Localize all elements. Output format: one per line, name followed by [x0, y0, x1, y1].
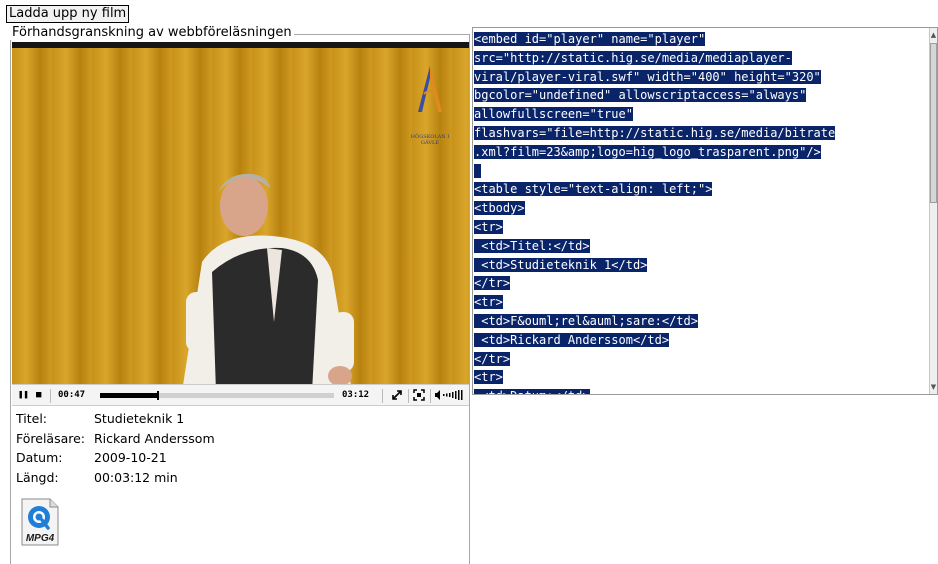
- code-line: <tr>: [474, 293, 929, 312]
- scroll-up-icon[interactable]: ▲: [930, 29, 937, 41]
- upload-new-film-button[interactable]: Ladda upp ny film: [6, 5, 130, 23]
- stop-icon[interactable]: ■: [36, 388, 41, 402]
- video-player[interactable]: HÖGSKOLAN I GÄVLE: [12, 42, 469, 384]
- code-line-text: </tr>: [474, 276, 511, 291]
- preview-legend: Förhandsgranskning av webbföreläsningen: [10, 25, 294, 40]
- code-line-text: <td>Rickard Anderssom</td>: [474, 332, 670, 347]
- quicktime-icon[interactable]: MPG4: [18, 497, 62, 547]
- code-line-text: flashvars="file=http://static.hig.se/med…: [474, 125, 836, 140]
- code-line: src="http://static.hig.se/media/mediapla…: [474, 49, 929, 68]
- code-line-text: <tr>: [474, 219, 503, 234]
- code-line-text: <tbody>: [474, 201, 525, 216]
- code-line-text: <td>Titel:</td>: [474, 238, 590, 253]
- university-logo-icon: [418, 66, 442, 112]
- seek-bar[interactable]: [100, 391, 334, 400]
- code-line: .xml?film=23&amp;logo=hig_logo_trasparen…: [474, 143, 929, 162]
- code-line: <td>Titel:</td>: [474, 237, 929, 256]
- info-label: Längd:: [16, 469, 59, 485]
- pause-icon[interactable]: ❚❚: [18, 388, 29, 402]
- controls-separator: [382, 389, 383, 403]
- code-line: flashvars="file=http://static.hig.se/med…: [474, 124, 929, 143]
- code-line: bgcolor="undefined" allowscriptaccess="a…: [474, 86, 929, 105]
- code-line: <tr>: [474, 368, 929, 387]
- code-line: </tr>: [474, 350, 929, 369]
- mpg4-label: MPG4: [26, 533, 55, 544]
- code-line: <tbody>: [474, 199, 929, 218]
- code-line: <td>Datum:</td>: [474, 387, 929, 394]
- duration-time: 03:12: [342, 390, 370, 400]
- code-line-text: </tr>: [474, 351, 511, 366]
- code-line-text: <td>Datum:</td>: [474, 389, 590, 394]
- embed-code-textarea[interactable]: <embed id="player" name="player" src="htt…: [472, 27, 938, 395]
- controls-separator: [50, 389, 51, 403]
- university-logo-text: HÖGSKOLAN I GÄVLE: [410, 134, 450, 146]
- player-controls: ❚❚ ■ 00:47 03:12: [12, 384, 469, 406]
- code-line: <td>Rickard Anderssom</td>: [474, 331, 929, 350]
- code-line: <embed id="player" name="player": [474, 30, 929, 49]
- embed-code-lines: <embed id="player" name="player" src="htt…: [474, 30, 929, 394]
- code-line: </tr>: [474, 274, 929, 293]
- controls-separator: [430, 389, 431, 403]
- code-line: <table style="text-align: left;">: [474, 180, 929, 199]
- code-line: <tr>: [474, 218, 929, 237]
- scroll-down-icon[interactable]: ▼: [930, 381, 937, 393]
- code-line-text: <tr>: [474, 295, 503, 310]
- code-line: <td>F&ouml;rel&auml;sare:</td>: [474, 312, 929, 331]
- info-value: 2009-10-21: [94, 450, 167, 465]
- code-line-text: <table style="text-align: left;">: [474, 182, 713, 197]
- code-line-text: [474, 163, 482, 178]
- elapsed-time: 00:47: [58, 390, 86, 400]
- info-value: Studieteknik 1: [94, 411, 185, 426]
- info-label: Titel:: [16, 411, 47, 426]
- code-scrollbar[interactable]: ▲ ▼: [929, 28, 937, 394]
- code-line: allowfullscreen="true": [474, 105, 929, 124]
- code-line: [474, 162, 929, 181]
- code-line: <td>Studieteknik 1</td>: [474, 256, 929, 275]
- code-line-text: <td>F&ouml;rel&auml;sare:</td>: [474, 313, 698, 328]
- info-label: Datum:: [16, 450, 63, 465]
- code-line-text: src="http://static.hig.se/media/mediapla…: [474, 50, 792, 65]
- fullscreen-icon[interactable]: [413, 389, 425, 401]
- info-value: 00:03:12 min: [94, 469, 178, 485]
- lecturer-figure: [183, 173, 354, 384]
- code-line-text: <embed id="player" name="player": [474, 32, 706, 46]
- volume-icon[interactable]: [434, 389, 464, 401]
- info-label: Föreläsare:: [16, 430, 86, 446]
- code-line-text: viral/player-viral.swf" width="400" heig…: [474, 69, 821, 84]
- expand-icon[interactable]: [391, 389, 403, 401]
- seek-bar-handle[interactable]: [157, 391, 159, 400]
- code-line-text: bgcolor="undefined" allowscriptaccess="a…: [474, 88, 807, 103]
- seek-bar-fill: [100, 393, 158, 398]
- code-line: viral/player-viral.swf" width="400" heig…: [474, 68, 929, 87]
- code-line-text: <tr>: [474, 370, 503, 385]
- info-value: Rickard Anderssom: [94, 430, 215, 446]
- controls-separator: [408, 389, 409, 403]
- scroll-thumb[interactable]: [930, 43, 937, 203]
- code-line-text: <td>Studieteknik 1</td>: [474, 257, 648, 272]
- code-line-text: allowfullscreen="true": [474, 107, 633, 122]
- code-line-text: .xml?film=23&amp;logo=hig_logo_trasparen…: [474, 144, 821, 159]
